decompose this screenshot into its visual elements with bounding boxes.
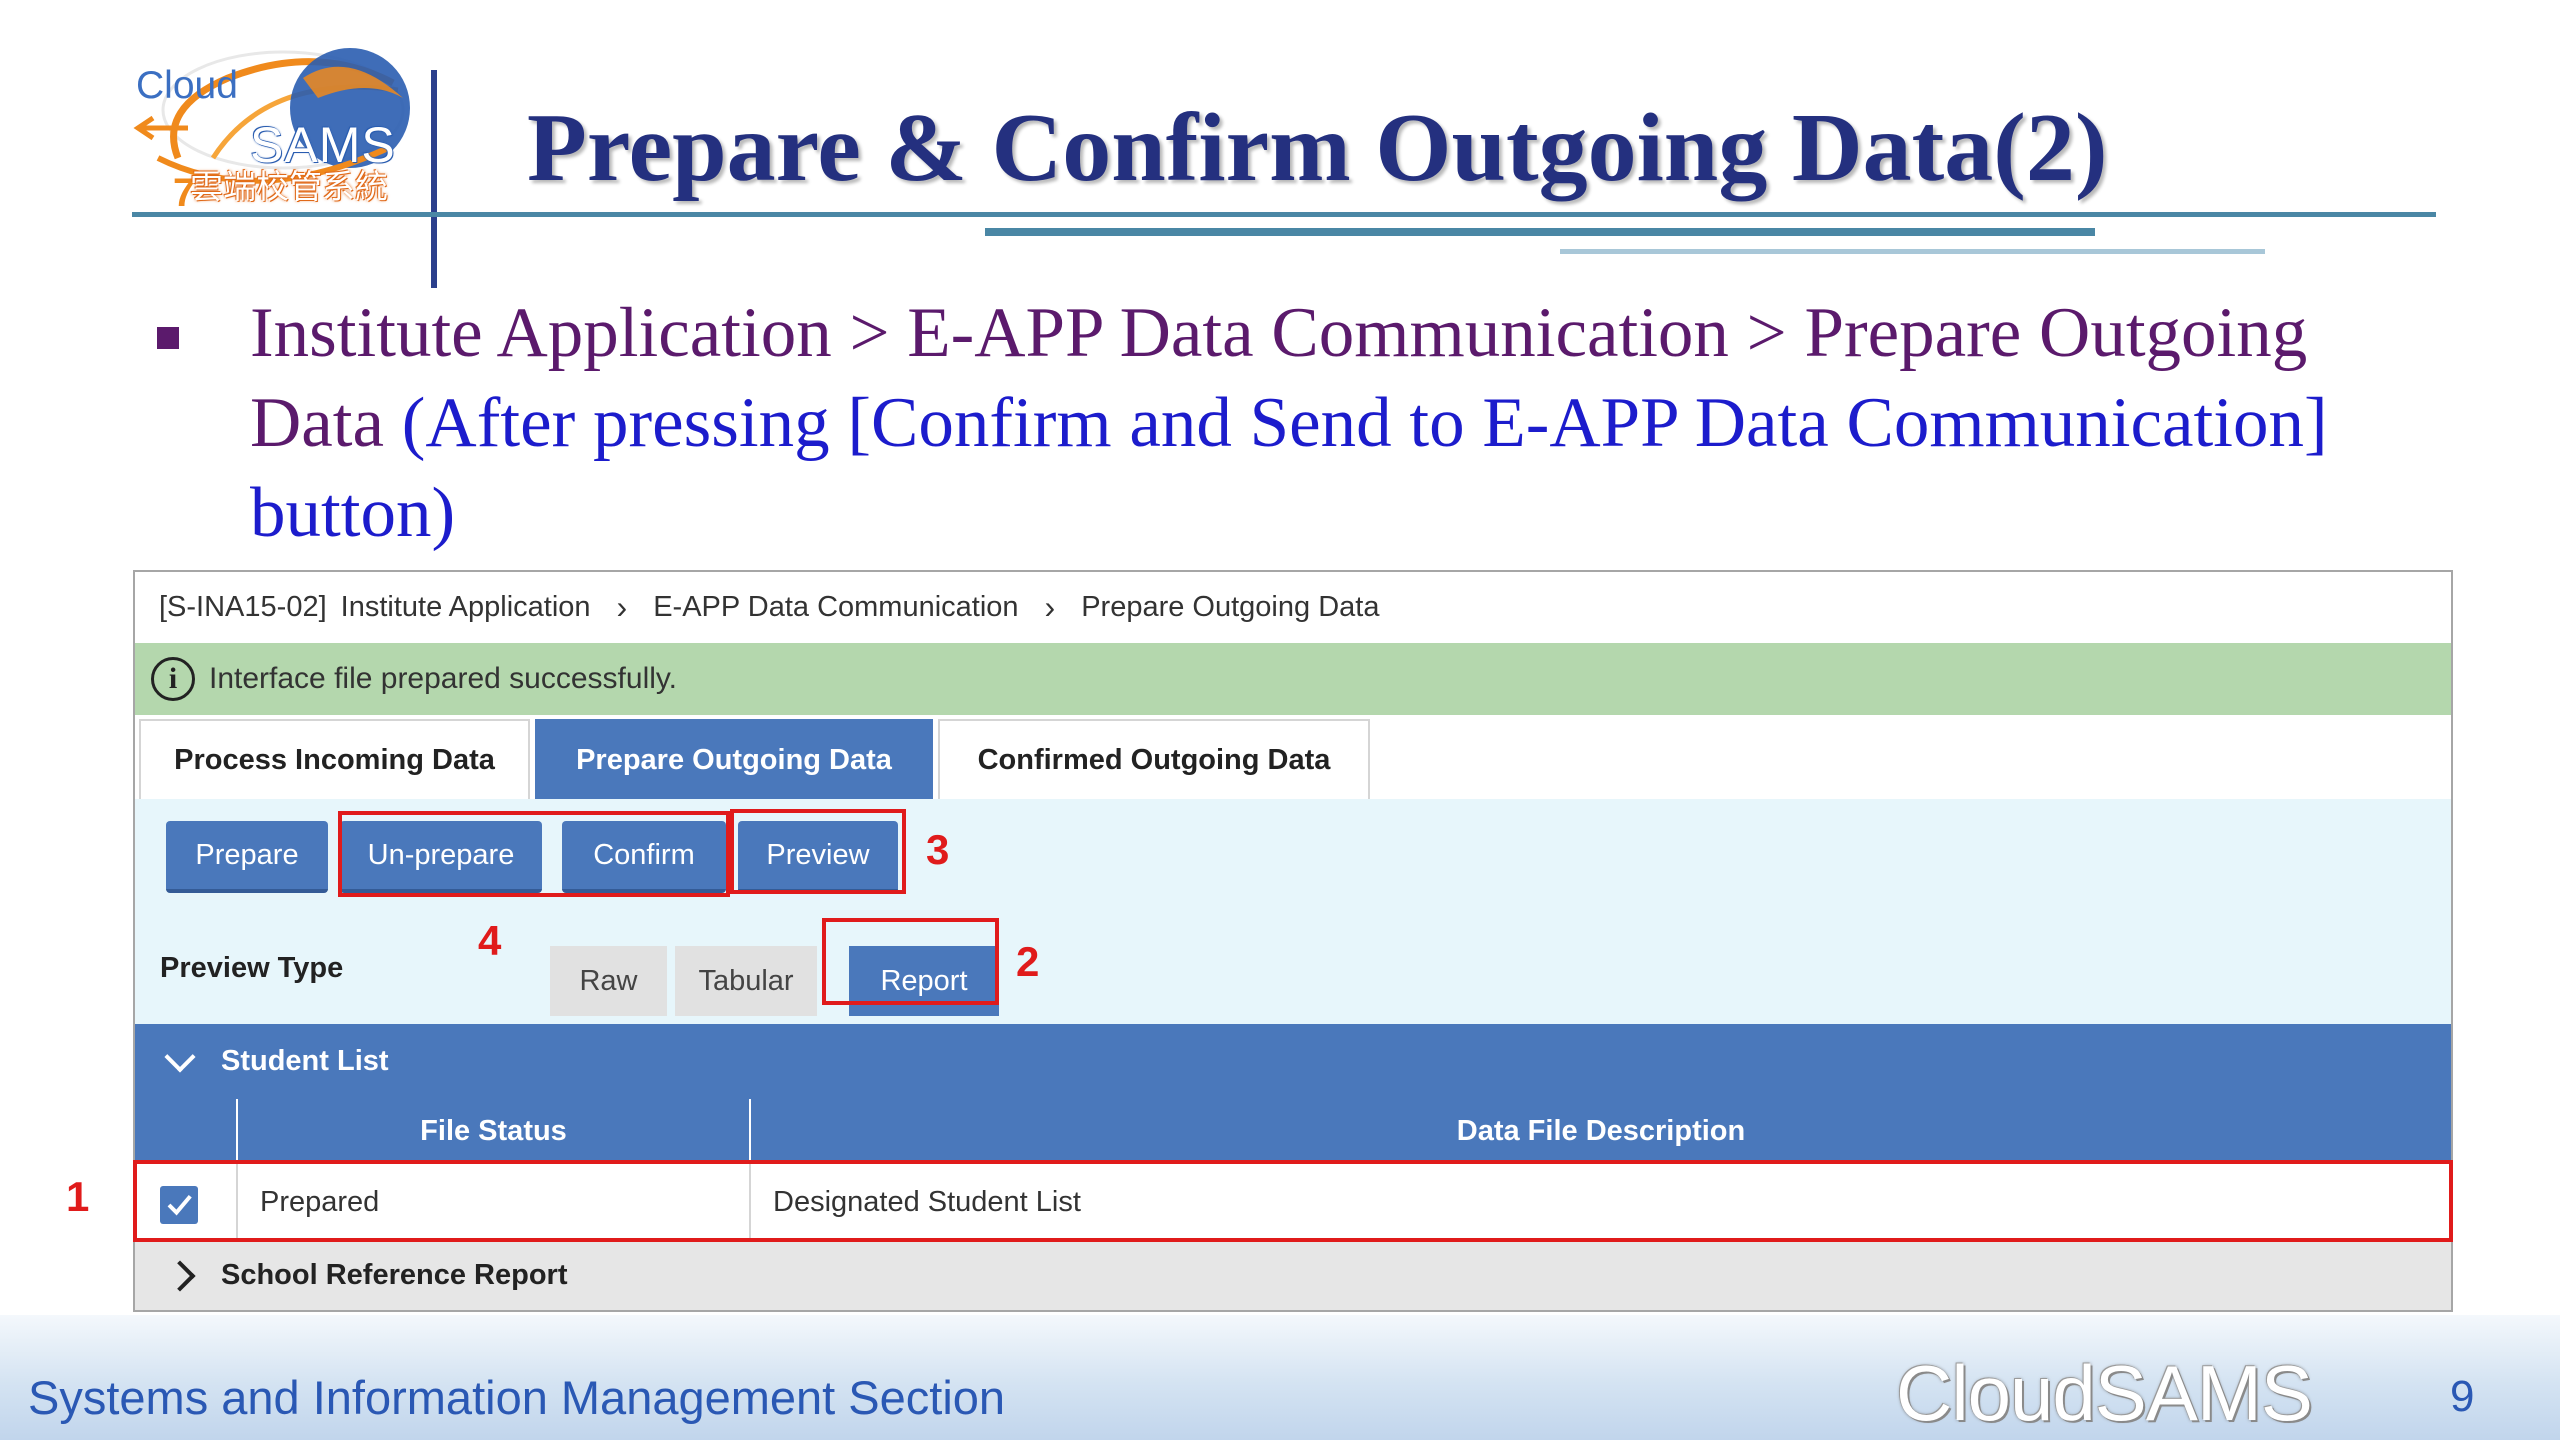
breadcrumb: [S-INA15-02] Institute Application › E-A… <box>159 582 1379 632</box>
student-list-header[interactable]: Student List <box>135 1024 2451 1099</box>
tab-confirmed-outgoing-data[interactable]: Confirmed Outgoing Data <box>938 719 1370 799</box>
annotation-box-student-row <box>133 1160 2453 1242</box>
prepare-button[interactable]: Prepare <box>166 821 328 893</box>
title-underline-light <box>1560 249 2265 254</box>
success-message: i Interface file prepared successfully. <box>135 643 2451 715</box>
annotation-box-report <box>822 918 999 1005</box>
tab-process-incoming-data[interactable]: Process Incoming Data <box>139 719 530 799</box>
preview-type-label: Preview Type <box>160 952 344 984</box>
annotation-box-preview <box>730 809 906 894</box>
title-divider-vertical <box>431 70 437 288</box>
table-header: File Status Data File Description <box>135 1099 2451 1163</box>
function-code: [S-INA15-02] <box>159 590 327 623</box>
bullet-text: Institute Application > E-APP Data Commu… <box>250 288 2450 558</box>
data-file-description-header: Data File Description <box>749 1099 2451 1163</box>
student-list-title: Student List <box>221 1045 389 1077</box>
breadcrumb-item[interactable]: Institute Application <box>341 591 591 624</box>
chevron-right-icon <box>164 1259 196 1292</box>
title-underline-accent <box>985 228 2095 236</box>
preview-type-raw[interactable]: Raw <box>550 946 667 1016</box>
school-reference-report-title: School Reference Report <box>221 1259 568 1291</box>
chevron-right-icon: › <box>616 588 628 625</box>
bullet-square <box>157 327 179 349</box>
footer-section-name: Systems and Information Management Secti… <box>28 1371 1006 1424</box>
annotation-box-unprepare-confirm <box>338 811 730 897</box>
cloudsams-logo: 7 Cloud SAMS 雲端校管系統 <box>118 38 418 213</box>
tab-prepare-outgoing-data[interactable]: Prepare Outgoing Data <box>535 719 933 799</box>
tab-bar: Process Incoming Data Prepare Outgoing D… <box>135 715 2451 802</box>
title-underline <box>132 212 2436 217</box>
select-column-header <box>135 1099 236 1163</box>
preview-type-tabular[interactable]: Tabular <box>675 946 817 1016</box>
success-message-text: Interface file prepared successfully. <box>209 662 678 695</box>
logo-chinese-text: 雲端校管系統 <box>190 167 388 206</box>
slide-title: Prepare & Confirm Outgoing Data(2) <box>527 94 2108 202</box>
info-icon: i <box>151 657 195 701</box>
bullet-note: (After pressing [Confirm and Send to E-A… <box>250 384 2328 552</box>
annotation-number-3: 3 <box>926 826 950 873</box>
breadcrumb-item[interactable]: E-APP Data Communication <box>653 591 1018 624</box>
annotation-number-1: 1 <box>66 1173 90 1220</box>
logo-cloud-text: Cloud <box>136 64 238 107</box>
annotation-number-4: 4 <box>478 917 502 964</box>
page-number: 9 <box>2450 1372 2475 1421</box>
chevron-down-icon <box>164 1040 196 1073</box>
school-reference-report-header[interactable]: School Reference Report <box>135 1241 2451 1310</box>
breadcrumb-item-current: Prepare Outgoing Data <box>1081 590 1380 623</box>
footer-brand-logo: CloudSAMS <box>1896 1349 2313 1437</box>
file-status-header: File Status <box>236 1099 749 1163</box>
chevron-right-icon: › <box>1044 588 1056 625</box>
annotation-number-2: 2 <box>1016 938 1040 985</box>
